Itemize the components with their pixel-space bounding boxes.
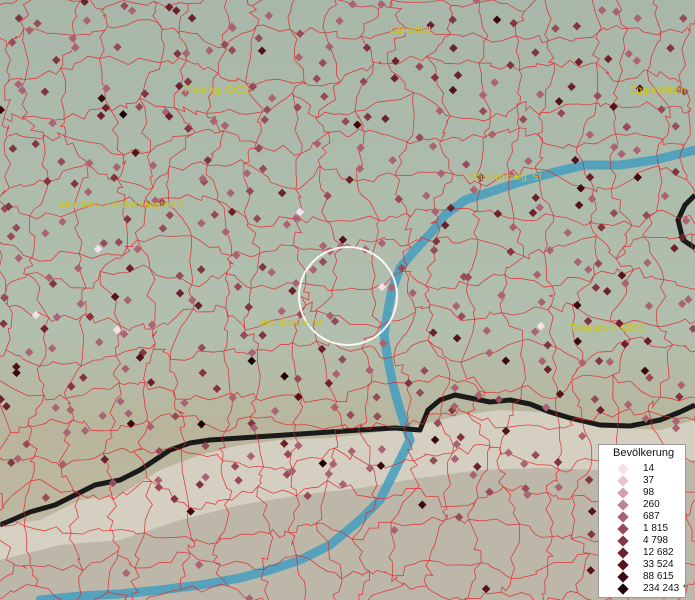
population-legend: Bevölkerung 14 37 98 260 687 1 815 4 798 12 682… xyxy=(598,444,688,598)
legend-swatch xyxy=(617,547,629,559)
legend-entry: 37 xyxy=(599,475,685,487)
legend-entry: 1 815 xyxy=(599,523,685,535)
label-bruckmuehl: Bruckmühl, M xyxy=(261,318,323,329)
legend-value: 234 243 ⁺ xyxy=(643,583,688,594)
legend-entry: 14 xyxy=(599,463,685,475)
label-eggenfelden: Eggenfelden xyxy=(630,85,687,96)
legend-swatch xyxy=(617,475,629,487)
legend-swatch xyxy=(617,559,629,571)
legend-swatch xyxy=(617,571,629,583)
legend-entry: 98 xyxy=(599,487,685,499)
legend-swatch xyxy=(617,511,629,523)
legend-value: 98 xyxy=(643,487,655,498)
legend-swatch xyxy=(617,463,629,475)
legend-entry: 12 682 xyxy=(599,547,685,559)
label-freising: Freising, GKSt xyxy=(184,85,250,96)
legend-entry: 260 xyxy=(599,499,685,511)
label-landshut: Landshut xyxy=(390,25,432,36)
legend-value: 14 xyxy=(643,463,655,474)
legend-value: 37 xyxy=(643,475,655,486)
legend-value: 4 798 xyxy=(643,535,669,546)
legend-value: 260 xyxy=(643,499,660,510)
legend-entry: 4 798 xyxy=(599,535,685,547)
legend-entry: 234 243 ⁺ xyxy=(599,583,688,595)
legend-entry: 88 615 xyxy=(599,571,685,583)
legend-title: Bevölkerung xyxy=(613,447,675,459)
legend-value: 1 815 xyxy=(643,523,669,534)
label-waldkraiburg: Waldkraiburg, St xyxy=(468,172,542,183)
legend-entry: 687 xyxy=(599,511,685,523)
legend-swatch xyxy=(617,523,629,535)
legend-swatch xyxy=(617,535,629,547)
legend-swatch xyxy=(617,499,629,511)
label-muenchen: München, Landeshauptstadt xyxy=(59,200,186,211)
legend-swatch xyxy=(617,583,629,595)
map-canvas[interactable] xyxy=(0,0,695,600)
legend-swatch xyxy=(617,487,629,499)
label-traunstein: Traunstein, GKSt xyxy=(569,323,646,334)
legend-value: 687 xyxy=(643,511,660,522)
legend-value: 33 524 xyxy=(643,559,674,570)
legend-entry: 33 524 xyxy=(599,559,685,571)
legend-value: 88 615 xyxy=(643,571,674,582)
legend-value: 12 682 xyxy=(643,547,674,558)
